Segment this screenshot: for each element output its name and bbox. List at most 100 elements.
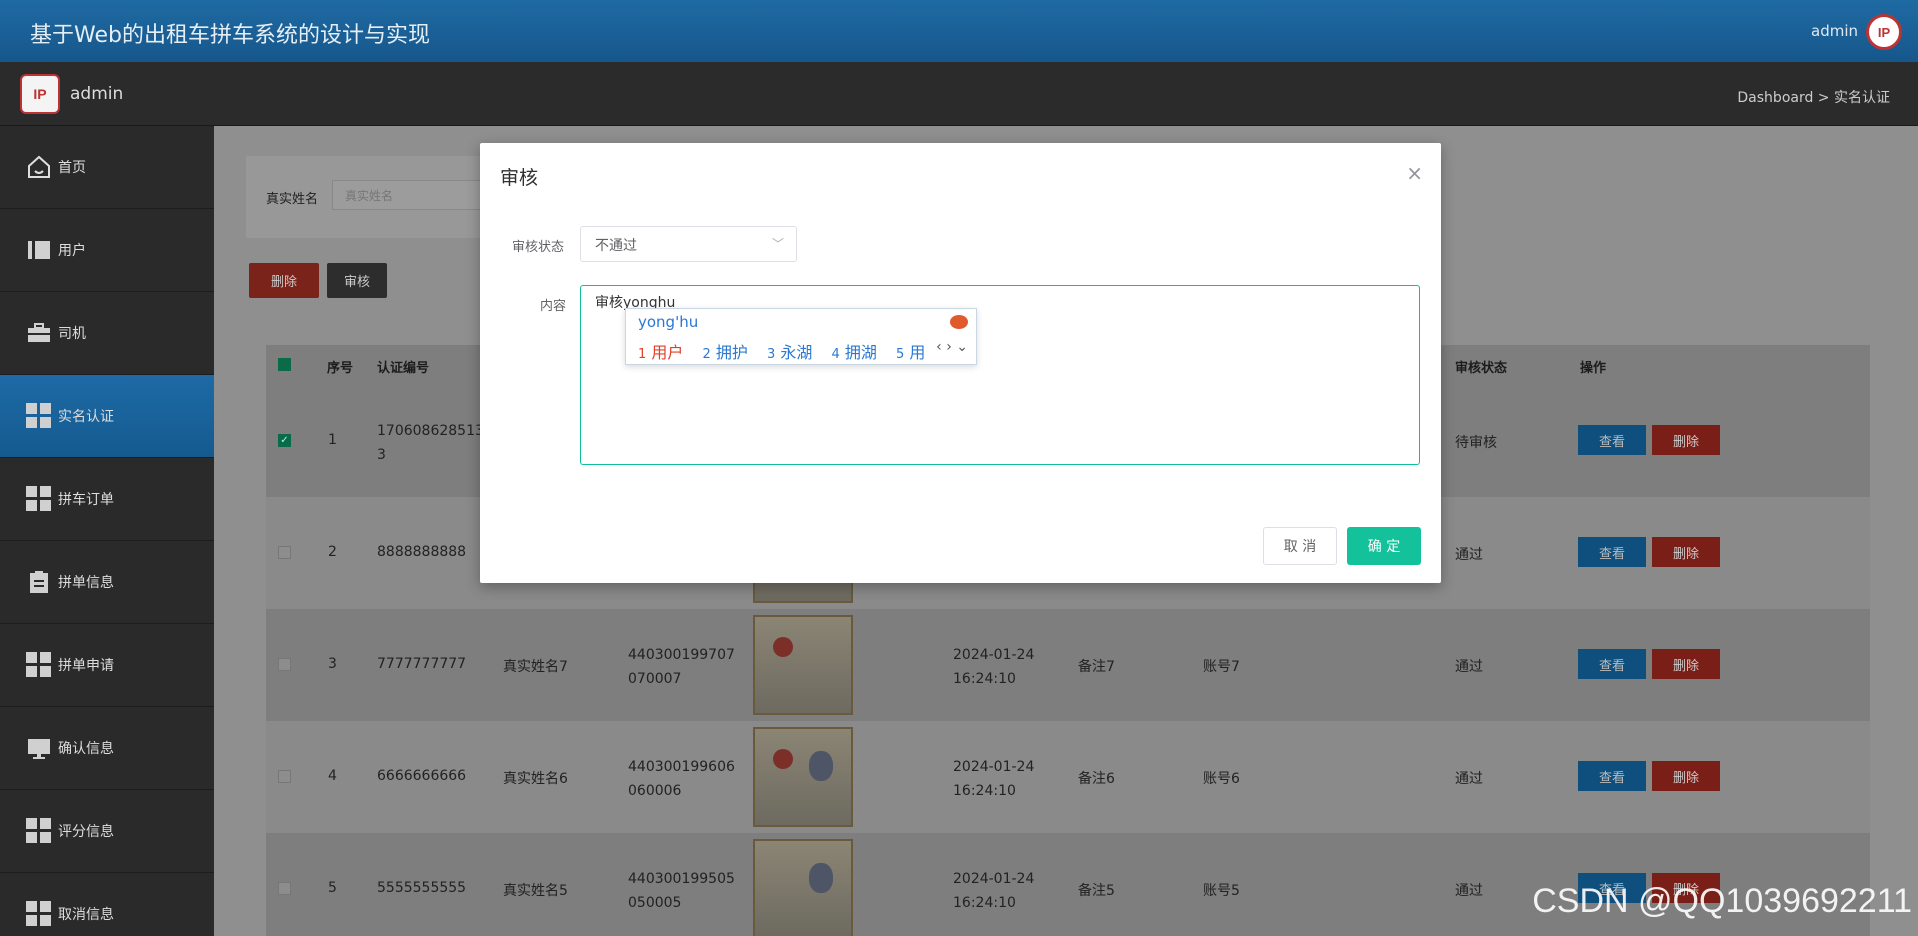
row-index: 3 <box>328 656 337 672</box>
sub-header: IP admin Dashboard > 实名认证 <box>0 62 1918 126</box>
header-avatar[interactable]: IP <box>1866 14 1902 50</box>
header-cert-no[interactable]: 认证编号 <box>377 357 429 376</box>
grid-icon <box>26 403 52 429</box>
sidebar-item-label: 实名认证 <box>58 409 114 425</box>
view-button[interactable]: 查看 <box>1578 425 1646 455</box>
ime-candidate[interactable]: 4 拥湖 <box>831 343 876 362</box>
row-id-number: 440300199606060006 <box>628 759 735 799</box>
ime-candidates: 1 用户 2 拥护 3 永湖 4 拥湖 5 用 <box>638 339 939 363</box>
sidebar-item-driver[interactable]: 司机 <box>0 292 214 375</box>
delete-button[interactable]: 删除 <box>1652 761 1720 791</box>
grid-icon <box>26 652 52 678</box>
grid-icon <box>26 486 52 512</box>
sidebar-item-real-name-auth[interactable]: 实名认证 <box>0 375 214 458</box>
sidebar-item-label: 拼单信息 <box>58 575 114 591</box>
sidebar-item-label: 拼车订单 <box>58 492 114 508</box>
ime-page-nav[interactable]: ‹ › ⌄ <box>936 339 968 355</box>
header-index: 序号 <box>327 361 354 376</box>
row-status: 待审核 <box>1455 435 1497 451</box>
sidebar-item-confirm-info[interactable]: 确认信息 <box>0 707 214 790</box>
row-status: 通过 <box>1455 771 1483 787</box>
id-card-image[interactable] <box>753 839 853 936</box>
monitor-icon <box>28 739 50 759</box>
content-label: 内容 <box>540 299 567 314</box>
sidebar-item-label: 确认信息 <box>58 741 114 757</box>
row-account: 账号6 <box>1203 771 1240 787</box>
audit-status-select[interactable]: 不通过 ﹀ <box>580 226 797 262</box>
sidebar-item-label: 取消信息 <box>58 907 114 923</box>
top-header: 基于Web的出租车拼车系统的设计与实现 admin IP <box>0 0 1918 62</box>
portrait-icon <box>809 863 833 893</box>
header-username[interactable]: admin <box>1811 22 1858 40</box>
sidebar-username: admin <box>70 84 124 104</box>
grid-icon <box>26 818 52 844</box>
row-real-name: 真实姓名5 <box>503 883 568 899</box>
row-id-number: 440300199707070007 <box>628 647 735 687</box>
sidebar-item-cancel-info[interactable]: 取消信息 <box>0 873 214 936</box>
sidebar-item-carpool-info[interactable]: 拼单信息 <box>0 541 214 624</box>
sidebar: 首页 用户 司机 实名认证 拼车订单 拼单信息 拼单申请 确认信息 评分信息 取… <box>0 126 214 936</box>
row-cert-no: 5555555555 <box>377 880 467 896</box>
row-status: 通过 <box>1455 547 1483 563</box>
ime-candidate-popup: yong'hu 1 用户 2 拥护 3 永湖 4 拥湖 5 用 ‹ › ⌄ <box>625 308 977 365</box>
select-all-checkbox[interactable] <box>278 358 291 371</box>
row-index: 1 <box>328 432 337 448</box>
row-remark: 备注7 <box>1078 659 1115 675</box>
home-icon <box>28 155 50 178</box>
header-audit-status[interactable]: 审核状态 <box>1455 357 1507 376</box>
ime-logo-icon <box>950 315 968 329</box>
user-icon <box>28 241 50 259</box>
row-time: 2024-01-24 16:24:10 <box>953 871 1035 911</box>
delete-button[interactable]: 删除 <box>1652 649 1720 679</box>
row-status: 通过 <box>1455 659 1483 675</box>
table-row: 3 7777777777 真实姓名7 440300199707070007 20… <box>266 609 1870 721</box>
confirm-button[interactable]: 确 定 <box>1347 527 1421 565</box>
row-id-number: 440300199505050005 <box>628 871 735 911</box>
sidebar-item-user[interactable]: 用户 <box>0 209 214 292</box>
ime-candidate[interactable]: 3 永湖 <box>767 343 812 362</box>
id-card-image[interactable] <box>753 615 853 715</box>
view-button[interactable]: 查看 <box>1578 537 1646 567</box>
row-checkbox[interactable] <box>278 546 291 559</box>
row-cert-no: 1706086285133 <box>377 423 484 463</box>
sidebar-item-carpool-orders[interactable]: 拼车订单 <box>0 458 214 541</box>
cancel-button[interactable]: 取 消 <box>1263 527 1337 565</box>
real-name-search-input[interactable]: 真实姓名 <box>332 180 492 210</box>
batch-delete-button[interactable]: 删除 <box>249 263 319 298</box>
row-account: 账号5 <box>1203 883 1240 899</box>
batch-audit-button[interactable]: 审核 <box>327 263 387 298</box>
row-checkbox[interactable] <box>278 770 291 783</box>
close-icon[interactable]: × <box>1406 161 1423 185</box>
chevron-down-icon: ﹀ <box>771 237 784 251</box>
sidebar-item-label: 评分信息 <box>58 824 114 840</box>
sidebar-item-carpool-apply[interactable]: 拼单申请 <box>0 624 214 707</box>
row-checkbox[interactable]: ✓ <box>278 434 291 447</box>
sidebar-avatar: IP <box>20 74 60 114</box>
row-remark: 备注5 <box>1078 883 1115 899</box>
breadcrumb: Dashboard > 实名认证 <box>1737 90 1890 106</box>
row-index: 2 <box>328 544 337 560</box>
portrait-icon <box>809 751 833 781</box>
emblem-icon <box>773 637 793 657</box>
emblem-icon <box>773 749 793 769</box>
app-title: 基于Web的出租车拼车系统的设计与实现 <box>30 23 430 48</box>
row-index: 4 <box>328 768 337 784</box>
watermark: CSDN @QQ1039692211 <box>1532 882 1912 920</box>
ime-candidate[interactable]: 5 用 <box>896 343 925 362</box>
row-checkbox[interactable] <box>278 658 291 671</box>
delete-button[interactable]: 删除 <box>1652 425 1720 455</box>
id-card-image[interactable] <box>753 727 853 827</box>
audit-status-value: 不通过 <box>595 238 637 254</box>
view-button[interactable]: 查看 <box>1578 761 1646 791</box>
filter-label: 真实姓名 <box>266 192 319 207</box>
view-button[interactable]: 查看 <box>1578 649 1646 679</box>
sidebar-item-rating-info[interactable]: 评分信息 <box>0 790 214 873</box>
row-cert-no: 8888888888 <box>377 544 467 560</box>
sidebar-item-home[interactable]: 首页 <box>0 126 214 209</box>
ime-candidate[interactable]: 1 用户 <box>638 343 683 362</box>
delete-button[interactable]: 删除 <box>1652 537 1720 567</box>
sidebar-item-label: 首页 <box>58 160 86 176</box>
row-checkbox[interactable] <box>278 882 291 895</box>
ime-pinyin: yong'hu <box>638 313 699 331</box>
ime-candidate[interactable]: 2 拥护 <box>702 343 747 362</box>
